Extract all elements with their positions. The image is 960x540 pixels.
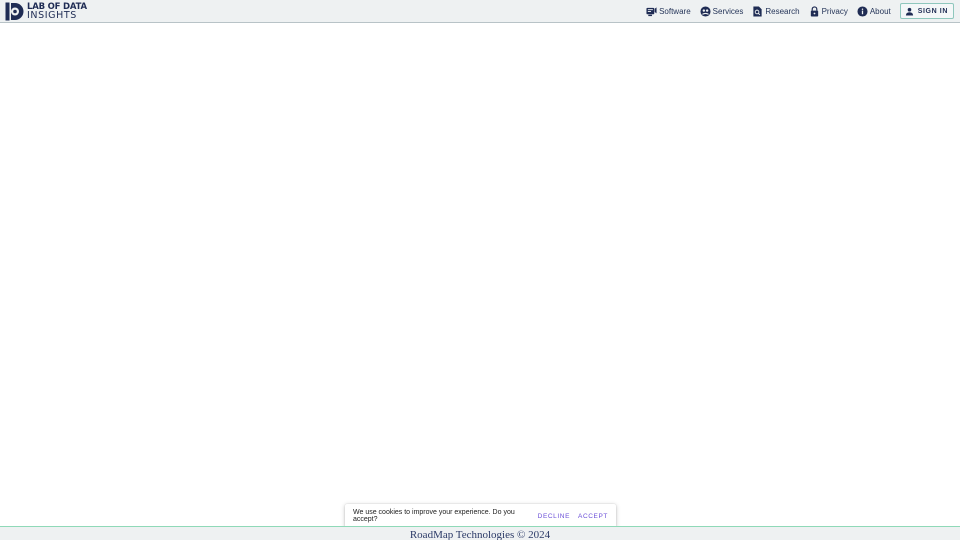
nav-label-research: Research xyxy=(765,6,800,16)
nav-label-software: Software xyxy=(659,6,691,16)
cookie-consent-banner: We use cookies to improve your experienc… xyxy=(345,504,616,528)
accept-button[interactable]: ACCEPT xyxy=(578,513,608,520)
cookie-message: We use cookies to improve your experienc… xyxy=(353,509,515,523)
research-icon xyxy=(753,5,762,17)
software-icon xyxy=(646,6,657,16)
info-icon xyxy=(857,5,868,17)
sign-in-button[interactable]: SIGN IN xyxy=(899,3,954,19)
brand-wordmark: LAB OF DATA INSIGHTS xyxy=(27,2,87,21)
nav-item-services[interactable]: Services xyxy=(700,5,744,17)
person-icon xyxy=(905,7,913,16)
main-nav: Software Services Research Privacy About… xyxy=(646,3,954,19)
decline-button[interactable]: DECLINE xyxy=(538,513,570,520)
page-footer: RoadMap Technologies © 2024 xyxy=(0,526,960,540)
footer-copyright: RoadMap Technologies © 2024 xyxy=(409,528,551,540)
services-icon xyxy=(700,5,711,17)
nav-item-about[interactable]: About xyxy=(857,5,891,17)
sign-in-label: SIGN IN xyxy=(917,7,948,15)
nav-item-privacy[interactable]: Privacy xyxy=(809,5,848,17)
nav-label-privacy: Privacy xyxy=(821,6,848,16)
nav-label-about: About xyxy=(869,6,891,16)
nav-label-services: Services xyxy=(712,6,744,16)
top-navigation-bar: LAB OF DATA INSIGHTS Software Services R… xyxy=(0,0,960,23)
brand-logo[interactable]: LAB OF DATA INSIGHTS xyxy=(5,2,87,21)
nav-item-research[interactable]: Research xyxy=(752,5,800,17)
lock-icon xyxy=(810,5,818,17)
brand-line2: INSIGHTS xyxy=(27,10,77,21)
nav-item-software[interactable]: Software xyxy=(646,6,691,17)
lab-of-data-insights-logo-icon xyxy=(5,2,24,21)
